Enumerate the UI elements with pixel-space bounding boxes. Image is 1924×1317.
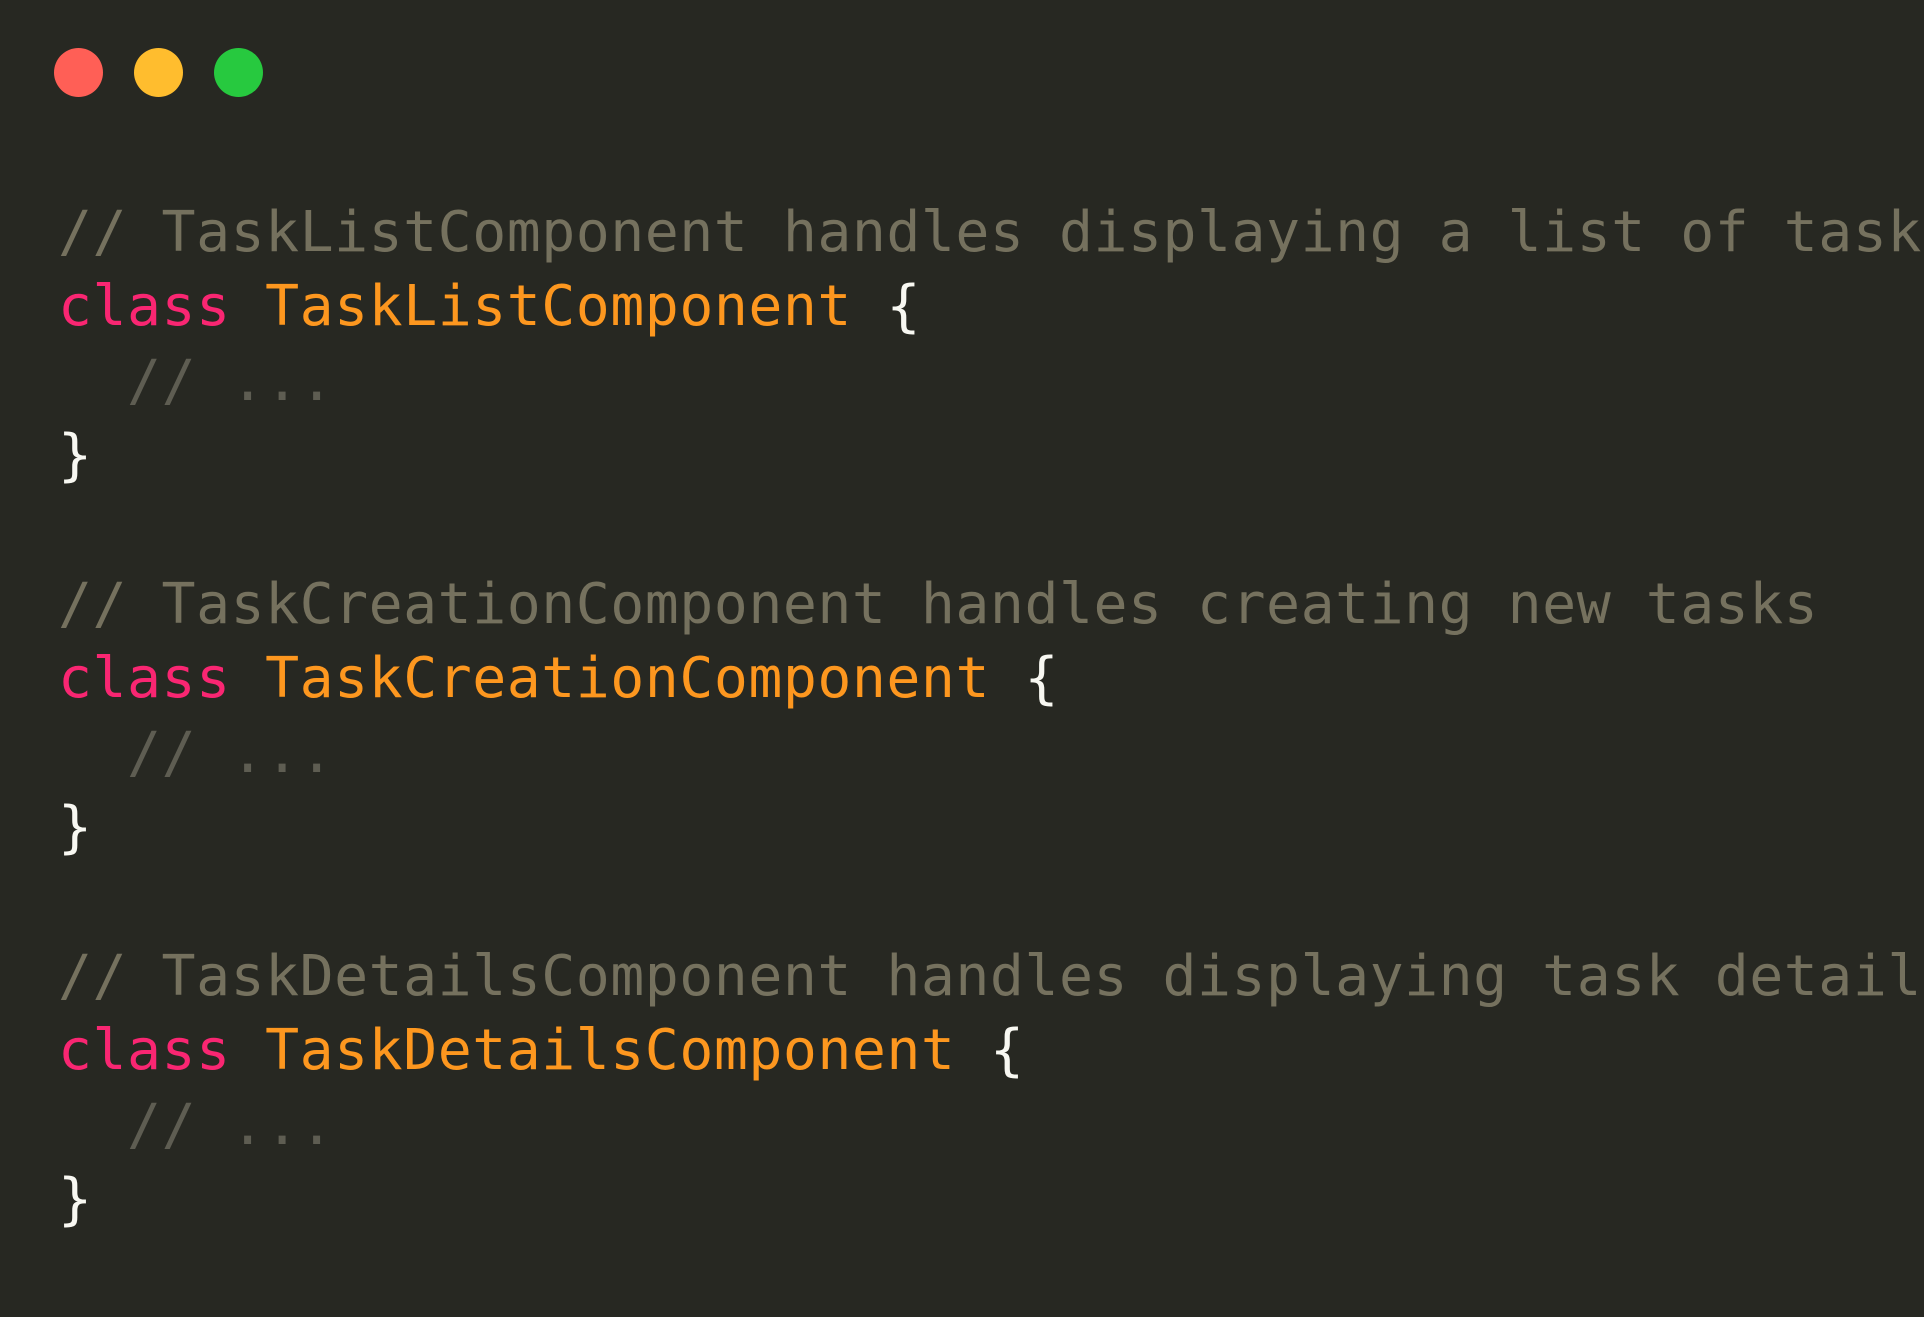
open-brace: { — [989, 1018, 1025, 1084]
class-keyword: class — [58, 646, 231, 712]
code-comment: // TaskDetailsComponent handles displayi… — [58, 943, 1924, 1009]
class-name: TaskDetailsComponent — [265, 1018, 956, 1084]
code-line: // ... — [58, 717, 1924, 791]
code-line: // TaskCreationComponent handles creatin… — [58, 568, 1924, 642]
code-line: // ... — [58, 1089, 1924, 1163]
minimize-button[interactable] — [134, 48, 183, 97]
body-comment: // ... — [127, 1092, 335, 1158]
code-line: } — [58, 791, 1924, 865]
code-line: // TaskDetailsComponent handles displayi… — [58, 940, 1924, 1014]
zoom-button[interactable] — [214, 48, 263, 97]
class-name: TaskListComponent — [265, 274, 852, 340]
code-line: class TaskCreationComponent { — [58, 642, 1924, 716]
code-line: } — [58, 419, 1924, 493]
close-brace: } — [58, 795, 93, 861]
code-comment: // TaskListComponent handles displaying … — [58, 200, 1924, 265]
code-line: } — [58, 1163, 1924, 1237]
code-window: // TaskListComponent handles displaying … — [0, 0, 1924, 1317]
class-name: TaskCreationComponent — [265, 646, 990, 712]
close-brace: } — [58, 423, 93, 489]
body-comment: // ... — [127, 720, 335, 786]
code-line: // ... — [58, 345, 1924, 419]
class-keyword: class — [58, 1018, 231, 1084]
body-comment: // ... — [127, 348, 335, 414]
class-keyword: class — [58, 274, 231, 340]
window-controls — [54, 48, 263, 97]
code-block: // TaskListComponent handles displaying … — [58, 196, 1924, 1237]
code-line: class TaskListComponent { — [58, 270, 1924, 344]
code-comment: // TaskCreationComponent handles creatin… — [58, 571, 1819, 637]
code-line: class TaskDetailsComponent { — [58, 1014, 1924, 1088]
open-brace: { — [1024, 646, 1060, 712]
close-brace: } — [58, 1167, 93, 1233]
open-brace: { — [886, 274, 921, 340]
code-line: // TaskListComponent handles displaying … — [58, 196, 1924, 270]
close-button[interactable] — [54, 48, 103, 97]
